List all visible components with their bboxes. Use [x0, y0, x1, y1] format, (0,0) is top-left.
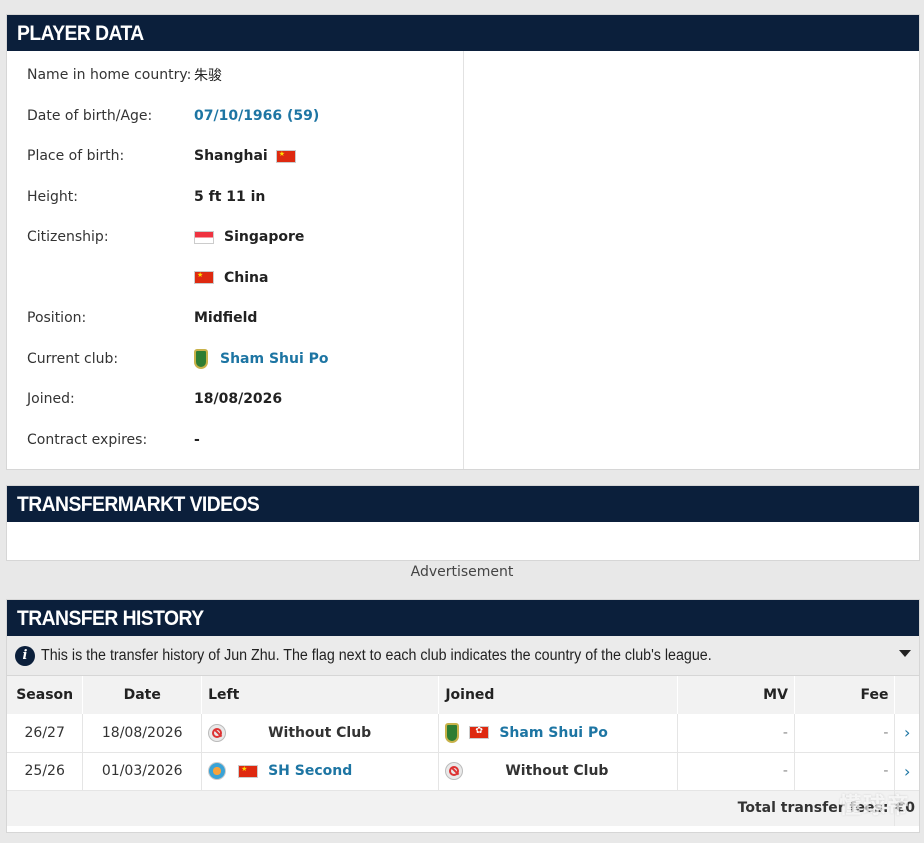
transfer-table-header: Season Date Left Joined MV Fee [7, 676, 919, 714]
header-mv: MV [677, 676, 795, 714]
transfer-history-title: TRANSFER HISTORY [17, 607, 204, 630]
position-value: Midfield [194, 310, 258, 327]
header-date: Date [82, 676, 203, 714]
row-citizenship-2: China [7, 258, 463, 299]
contract-value: - [194, 431, 200, 448]
height-value: 5 ft 11 in [194, 188, 266, 205]
info-icon: i [15, 645, 35, 666]
left-club-link[interactable]: SH Second [268, 763, 352, 779]
current-club-text[interactable]: Sham Shui Po [220, 351, 329, 367]
citizenship-value-1: Singapore [194, 229, 304, 245]
joined-club-cell: Without Club [438, 752, 678, 791]
row-height: Height: 5 ft 11 in [7, 177, 463, 218]
date-cell: 01/03/2026 [82, 752, 203, 791]
citizenship-text-1: Singapore [224, 229, 305, 246]
citizenship-text-2: China [224, 269, 269, 286]
singapore-flag-icon [194, 230, 214, 244]
joined-club-link[interactable]: Sham Shui Po [499, 725, 608, 741]
china-flag-icon [275, 149, 296, 163]
pob-value: Shanghai [194, 148, 296, 164]
left-club-cell: Without Club [201, 714, 440, 753]
player-data-box: PLAYER DATA Name in home country: 朱骏 Dat… [6, 14, 920, 470]
home-name-value: 朱骏 [194, 68, 222, 85]
total-row: Total transfer fees: €0 [7, 790, 919, 826]
chevron-down-icon[interactable] [899, 650, 911, 657]
watermark-logo: 懂球帝 [838, 794, 911, 819]
player-info-list: Name in home country: 朱骏 Date of birth/A… [7, 51, 464, 469]
videos-title: TRANSFERMARKT VIDEOS [17, 493, 260, 516]
row-position: Position: Midfield [7, 298, 463, 339]
citizenship-label: Citizenship: [27, 229, 109, 246]
mv-cell: - [677, 752, 795, 791]
transfer-history-box: TRANSFER HISTORY i This is the transfer … [6, 599, 920, 833]
mv-cell: - [677, 714, 795, 753]
fee-cell: - [794, 752, 896, 791]
transfer-history-header: TRANSFER HISTORY [7, 600, 919, 636]
player-data-title: PLAYER DATA [17, 22, 144, 45]
row-contract: Contract expires: - [7, 420, 463, 461]
transfer-table: Season Date Left Joined MV Fee 26/27 18/… [7, 676, 919, 826]
player-data-header: PLAYER DATA [7, 15, 919, 51]
citizenship-value-2: China [194, 270, 268, 286]
header-empty [894, 676, 919, 714]
without-club-icon [208, 723, 227, 742]
videos-box: TRANSFERMARKT VIDEOS [6, 485, 920, 561]
chevron-right-icon[interactable]: › [894, 752, 919, 791]
china-flag-icon [238, 764, 259, 778]
chevron-right-icon[interactable]: › [894, 714, 919, 753]
hong-kong-flag-icon [469, 726, 490, 740]
club-crest-icon[interactable] [194, 348, 208, 369]
joined-club-name: Without Club [505, 763, 609, 779]
total-label: Total transfer fees: [7, 790, 896, 826]
row-joined: Joined: 18/08/2026 [7, 379, 463, 420]
left-club-name: Without Club [268, 724, 372, 741]
season-cell: 25/26 [7, 752, 84, 791]
transfer-info-bar[interactable]: i This is the transfer history of Jun Zh… [7, 636, 919, 676]
dob-link[interactable]: 07/10/1966 (59) [194, 108, 319, 124]
header-season: Season [7, 676, 84, 714]
table-row: 26/27 18/08/2026 Without Club Sham Shui … [7, 714, 919, 753]
table-row: 25/26 01/03/2026 SH Second Without Club [7, 752, 919, 791]
videos-header: TRANSFERMARKT VIDEOS [7, 486, 919, 522]
row-dob: Date of birth/Age: 07/10/1966 (59) [7, 96, 463, 137]
joined-label: Joined: [27, 391, 75, 408]
fee-cell: - [794, 714, 896, 753]
header-joined: Joined [438, 676, 678, 714]
header-left: Left [201, 676, 440, 714]
without-club-icon [445, 762, 464, 780]
contract-label: Contract expires: [27, 431, 148, 448]
advertisement-label: Advertisement [410, 564, 514, 580]
transfer-info-text: This is the transfer history of Jun Zhu.… [41, 646, 712, 664]
row-club: Current club: Sham Shui Po [7, 339, 463, 380]
height-label: Height: [27, 188, 78, 205]
position-label: Position: [27, 310, 87, 327]
current-club-link[interactable]: Sham Shui Po [194, 348, 329, 369]
row-home-name: Name in home country: 朱骏 [7, 55, 463, 96]
home-name-label: Name in home country: [27, 67, 192, 84]
club-label: Current club: [27, 350, 119, 367]
joined-club-cell: Sham Shui Po [438, 714, 678, 753]
date-cell: 18/08/2026 [82, 714, 203, 753]
pob-label: Place of birth: [27, 148, 125, 165]
player-data-right-panel [464, 51, 919, 469]
club-crest-icon[interactable] [445, 722, 460, 743]
china-flag-icon [194, 271, 214, 285]
row-citizenship: Citizenship: Singapore [7, 217, 463, 258]
season-cell: 26/27 [7, 714, 84, 753]
header-fee: Fee [794, 676, 896, 714]
pob-text: Shanghai [194, 148, 268, 165]
club-crest-icon[interactable] [208, 762, 227, 780]
left-club-cell: SH Second [201, 752, 440, 791]
row-pob: Place of birth: Shanghai [7, 136, 463, 177]
joined-value: 18/08/2026 [194, 391, 283, 408]
dob-label: Date of birth/Age: [27, 107, 153, 124]
